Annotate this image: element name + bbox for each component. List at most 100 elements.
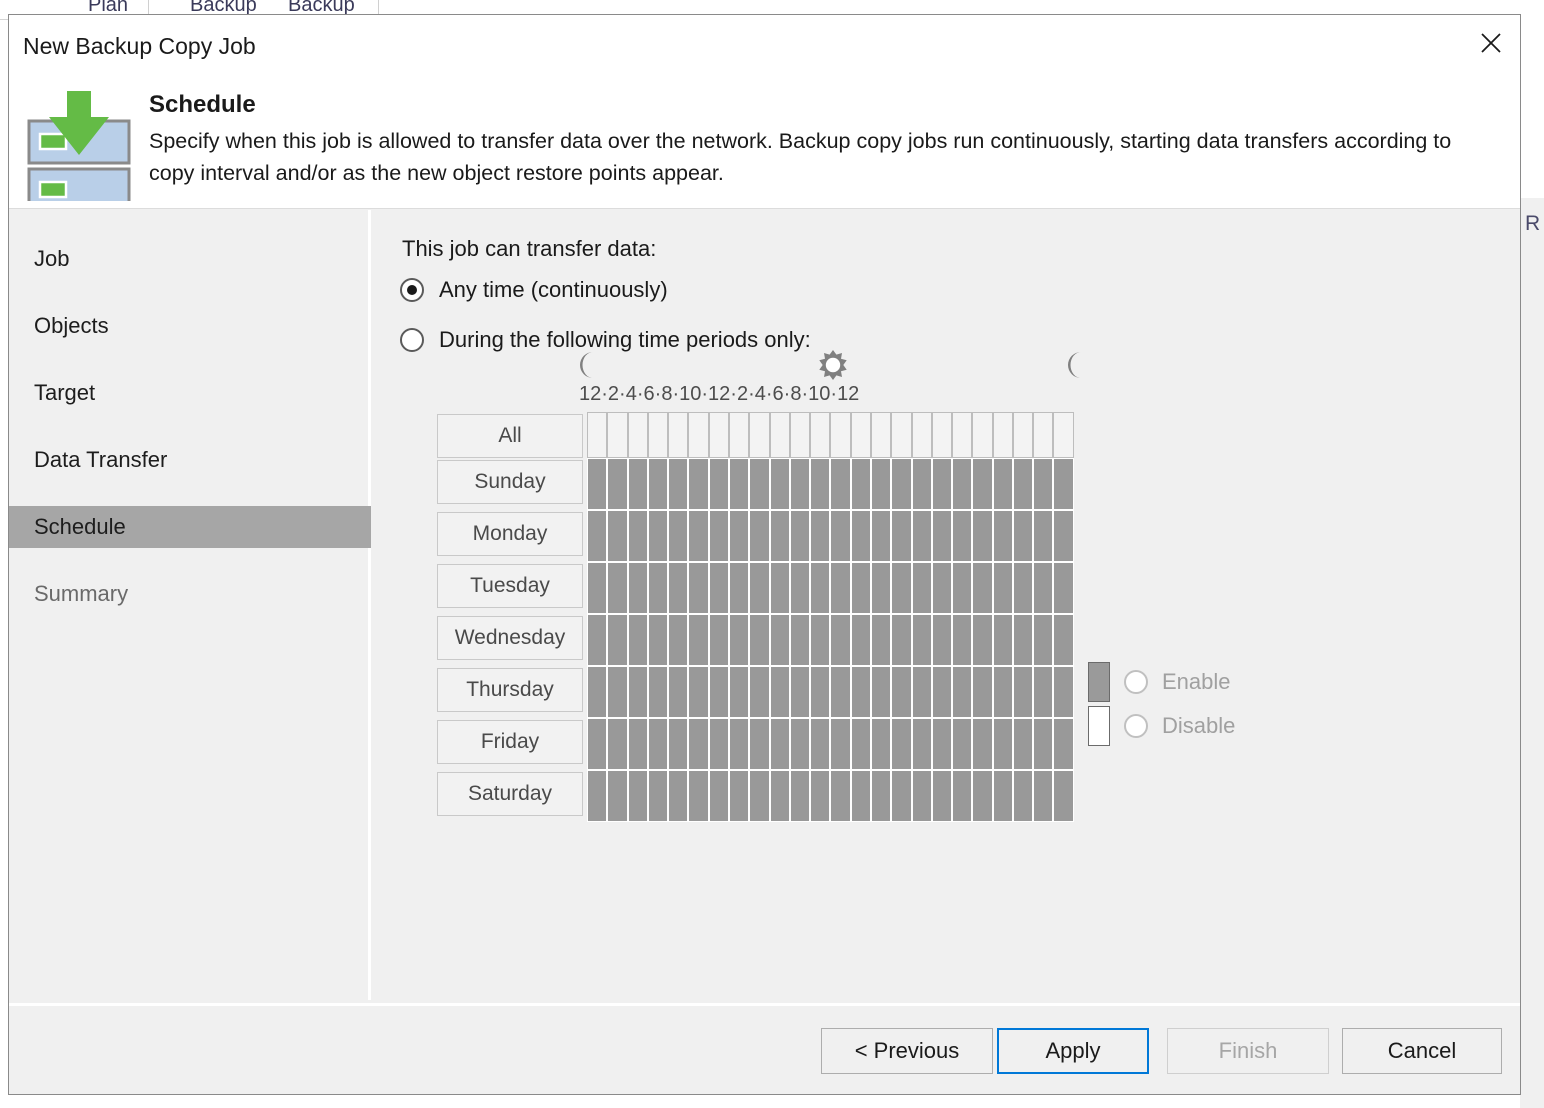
time-grid-cell[interactable]	[810, 458, 831, 510]
time-grid-cell[interactable]	[668, 562, 689, 614]
time-grid-cell[interactable]	[789, 770, 811, 822]
time-grid-cell[interactable]	[850, 666, 871, 718]
time-grid-cell[interactable]	[850, 770, 871, 822]
time-grid-cell[interactable]	[749, 562, 770, 614]
time-grid-cell[interactable]	[647, 666, 669, 718]
time-grid-cell[interactable]	[627, 510, 648, 562]
time-grid-cell[interactable]	[891, 770, 912, 822]
time-grid-cell[interactable]	[607, 412, 628, 458]
sidebar-item-schedule[interactable]: Schedule	[9, 506, 371, 548]
time-grid-cell[interactable]	[728, 718, 750, 770]
time-grid-cell[interactable]	[1033, 666, 1054, 718]
time-grid-cell[interactable]	[992, 562, 1013, 614]
time-grid-cell[interactable]	[647, 562, 669, 614]
time-grid-cell[interactable]	[749, 770, 770, 822]
time-grid-day-cells-monday[interactable]	[587, 510, 1074, 562]
time-grid-cell[interactable]	[931, 412, 953, 458]
time-grid-cell[interactable]	[891, 510, 912, 562]
sidebar-item-summary[interactable]: Summary	[9, 573, 371, 615]
time-grid-cell[interactable]	[1033, 770, 1054, 822]
time-grid-cell[interactable]	[1012, 412, 1034, 458]
time-grid-cell[interactable]	[668, 718, 689, 770]
time-grid-cell[interactable]	[931, 666, 953, 718]
time-grid-cell[interactable]	[668, 666, 689, 718]
time-grid-cell[interactable]	[1053, 718, 1074, 770]
time-grid-cell[interactable]	[708, 614, 729, 666]
time-grid-cell[interactable]	[1033, 412, 1054, 458]
time-grid-cell[interactable]	[1033, 458, 1054, 510]
time-grid-cell[interactable]	[728, 770, 750, 822]
time-grid-cell[interactable]	[688, 458, 709, 510]
time-grid-cell[interactable]	[1012, 666, 1034, 718]
time-grid-cell[interactable]	[810, 562, 831, 614]
time-grid-cell[interactable]	[911, 666, 932, 718]
time-grid-cell[interactable]	[769, 412, 790, 458]
time-grid-cell[interactable]	[891, 458, 912, 510]
time-grid-cell[interactable]	[688, 666, 709, 718]
time-grid-cell[interactable]	[647, 614, 669, 666]
time-grid-cell[interactable]	[587, 770, 608, 822]
time-grid-cell[interactable]	[830, 412, 851, 458]
time-grid-cell[interactable]	[952, 510, 973, 562]
time-grid-cell[interactable]	[952, 412, 973, 458]
time-grid-cell[interactable]	[992, 770, 1013, 822]
time-grid-cell[interactable]	[1053, 614, 1074, 666]
time-grid-cell[interactable]	[952, 614, 973, 666]
time-grid-all-label[interactable]: All	[437, 414, 583, 458]
time-grid-cell[interactable]	[668, 614, 689, 666]
time-grid-cell[interactable]	[789, 718, 811, 770]
sidebar-item-job[interactable]: Job	[9, 238, 371, 280]
time-grid-day-label-wednesday[interactable]: Wednesday	[437, 616, 583, 660]
time-grid-cell[interactable]	[587, 412, 608, 458]
time-grid-cell[interactable]	[607, 562, 628, 614]
time-grid-cell[interactable]	[972, 412, 993, 458]
time-grid-cell[interactable]	[850, 562, 871, 614]
time-grid-cell[interactable]	[952, 562, 973, 614]
time-grid-cell[interactable]	[931, 770, 953, 822]
time-grid-cell[interactable]	[1053, 458, 1074, 510]
time-grid-cell[interactable]	[992, 412, 1013, 458]
apply-button[interactable]: Apply	[997, 1028, 1149, 1074]
time-grid-cell[interactable]	[728, 666, 750, 718]
time-grid-cell[interactable]	[992, 666, 1013, 718]
time-grid-cell[interactable]	[647, 718, 669, 770]
sidebar-item-objects[interactable]: Objects	[9, 305, 371, 347]
time-grid-cell[interactable]	[830, 510, 851, 562]
time-grid-cell[interactable]	[850, 412, 871, 458]
time-grid-cell[interactable]	[931, 718, 953, 770]
time-grid-cell[interactable]	[627, 770, 648, 822]
time-grid-cell[interactable]	[1012, 562, 1034, 614]
time-grid-cell[interactable]	[870, 458, 892, 510]
time-grid-cell[interactable]	[708, 718, 729, 770]
time-grid-cell[interactable]	[728, 510, 750, 562]
time-grid-day-cells-sunday[interactable]	[587, 458, 1074, 510]
time-grid-cell[interactable]	[931, 614, 953, 666]
time-grid-cell[interactable]	[1033, 718, 1054, 770]
time-grid-cell[interactable]	[952, 666, 973, 718]
time-grid-day-cells-friday[interactable]	[587, 718, 1074, 770]
time-grid-cell[interactable]	[870, 412, 892, 458]
time-grid-cell[interactable]	[749, 666, 770, 718]
time-grid-cell[interactable]	[911, 458, 932, 510]
time-grid-day-cells-saturday[interactable]	[587, 770, 1074, 822]
legend-enable-row[interactable]: Enable	[1088, 660, 1235, 704]
time-grid-cell[interactable]	[728, 458, 750, 510]
time-grid-cell[interactable]	[668, 770, 689, 822]
time-grid-cell[interactable]	[810, 718, 831, 770]
time-grid-cell[interactable]	[789, 458, 811, 510]
time-grid-cell[interactable]	[728, 562, 750, 614]
time-grid-cell[interactable]	[992, 718, 1013, 770]
time-grid-day-label-thursday[interactable]: Thursday	[437, 668, 583, 712]
time-grid-cell[interactable]	[931, 562, 953, 614]
time-grid-cell[interactable]	[830, 718, 851, 770]
close-icon[interactable]	[1462, 15, 1520, 71]
time-grid-cell[interactable]	[708, 770, 729, 822]
time-grid-day-cells-thursday[interactable]	[587, 666, 1074, 718]
sidebar-item-data-transfer[interactable]: Data Transfer	[9, 439, 371, 481]
time-grid-cell[interactable]	[607, 666, 628, 718]
time-grid-cell[interactable]	[668, 412, 689, 458]
time-grid-cell[interactable]	[931, 510, 953, 562]
time-grid-day-cells-tuesday[interactable]	[587, 562, 1074, 614]
time-grid-cell[interactable]	[688, 562, 709, 614]
radio-indicator[interactable]	[1124, 670, 1148, 694]
